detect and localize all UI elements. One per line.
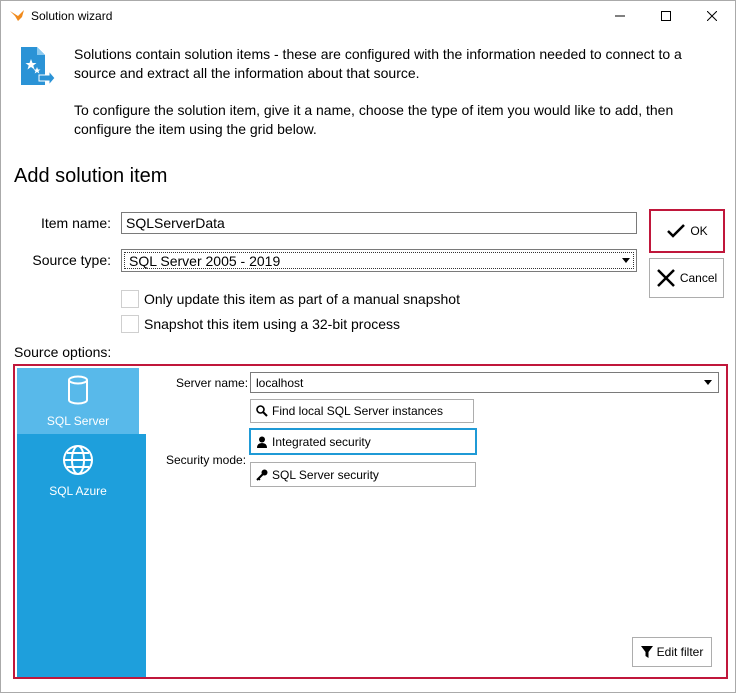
find-instances-label: Find local SQL Server instances <box>272 404 443 418</box>
sql-server-security-button[interactable]: SQL Server security <box>250 462 476 487</box>
edit-filter-label: Edit filter <box>656 645 704 659</box>
server-name-select[interactable]: localhost <box>250 372 719 393</box>
item-name-label: Item name: <box>40 215 111 231</box>
cancel-button[interactable]: Cancel <box>649 258 724 298</box>
intro-paragraph-2: To configure the solution item, give it … <box>74 102 674 137</box>
nav-item-sql-azure[interactable]: SQL Azure <box>17 438 139 502</box>
source-options-label: Source options: <box>14 344 112 360</box>
32bit-checkbox[interactable] <box>121 315 139 333</box>
chevron-down-icon <box>704 380 712 385</box>
solution-item-icon <box>19 45 56 91</box>
title-bar[interactable]: Solution wizard <box>1 1 735 32</box>
nav-item-sql-server[interactable]: SQL Server <box>17 368 139 434</box>
source-type-value: SQL Server 2005 - 2019 <box>124 252 634 269</box>
integrated-security-label: Integrated security <box>272 434 371 449</box>
ok-button[interactable]: OK <box>649 209 725 253</box>
ok-label: OK <box>690 224 708 238</box>
solution-wizard-window: Solution wizard Solutions contain soluti… <box>0 0 736 693</box>
close-icon <box>706 9 718 24</box>
intro-paragraph-1: Solutions contain solution items - these… <box>74 46 682 81</box>
integrated-security-button[interactable]: Integrated security <box>249 428 477 455</box>
nav-label-sql-server: SQL Server <box>46 414 110 428</box>
item-name-input[interactable]: SQLServerData <box>121 212 637 234</box>
edit-filter-button[interactable]: Edit filter <box>632 637 712 667</box>
nav-label-sql-azure: SQL Azure <box>49 484 107 498</box>
key-icon <box>256 469 268 481</box>
filter-icon <box>640 646 653 658</box>
server-name-value: localhost <box>256 376 304 390</box>
globe-icon <box>62 444 94 476</box>
database-icon <box>67 374 89 406</box>
manual-snapshot-checkbox[interactable] <box>121 290 139 308</box>
maximize-icon <box>661 9 671 24</box>
search-icon <box>256 405 268 417</box>
cancel-x-icon <box>656 268 676 288</box>
user-icon <box>256 436 268 448</box>
minimize-icon <box>615 9 625 24</box>
manual-snapshot-label: Only update this item as part of a manua… <box>144 291 460 307</box>
security-mode-label: Security mode: <box>166 453 247 467</box>
maximize-button[interactable] <box>643 1 689 32</box>
nav-selection-indicator <box>139 368 147 434</box>
checkmark-icon <box>666 223 686 239</box>
sql-server-security-label: SQL Server security <box>272 467 379 482</box>
page-heading: Add solution item <box>14 165 168 187</box>
minimize-button[interactable] <box>597 1 643 32</box>
find-instances-button[interactable]: Find local SQL Server instances <box>250 399 474 423</box>
window-title: Solution wizard <box>31 9 113 23</box>
server-name-label: Server name: <box>176 376 249 390</box>
close-button[interactable] <box>689 1 735 32</box>
source-type-label: Source type: <box>32 252 111 268</box>
manual-snapshot-checkbox-row[interactable]: Only update this item as part of a manua… <box>121 289 460 309</box>
cancel-label: Cancel <box>679 271 718 285</box>
source-type-select[interactable]: SQL Server 2005 - 2019 <box>121 249 637 272</box>
chevron-down-icon <box>622 258 630 263</box>
32bit-label: Snapshot this item using a 32-bit proces… <box>144 316 401 332</box>
app-logo-icon <box>9 9 25 23</box>
32bit-checkbox-row[interactable]: Snapshot this item using a 32-bit proces… <box>121 314 400 334</box>
source-nav: SQL Server SQL Azure <box>17 368 147 677</box>
